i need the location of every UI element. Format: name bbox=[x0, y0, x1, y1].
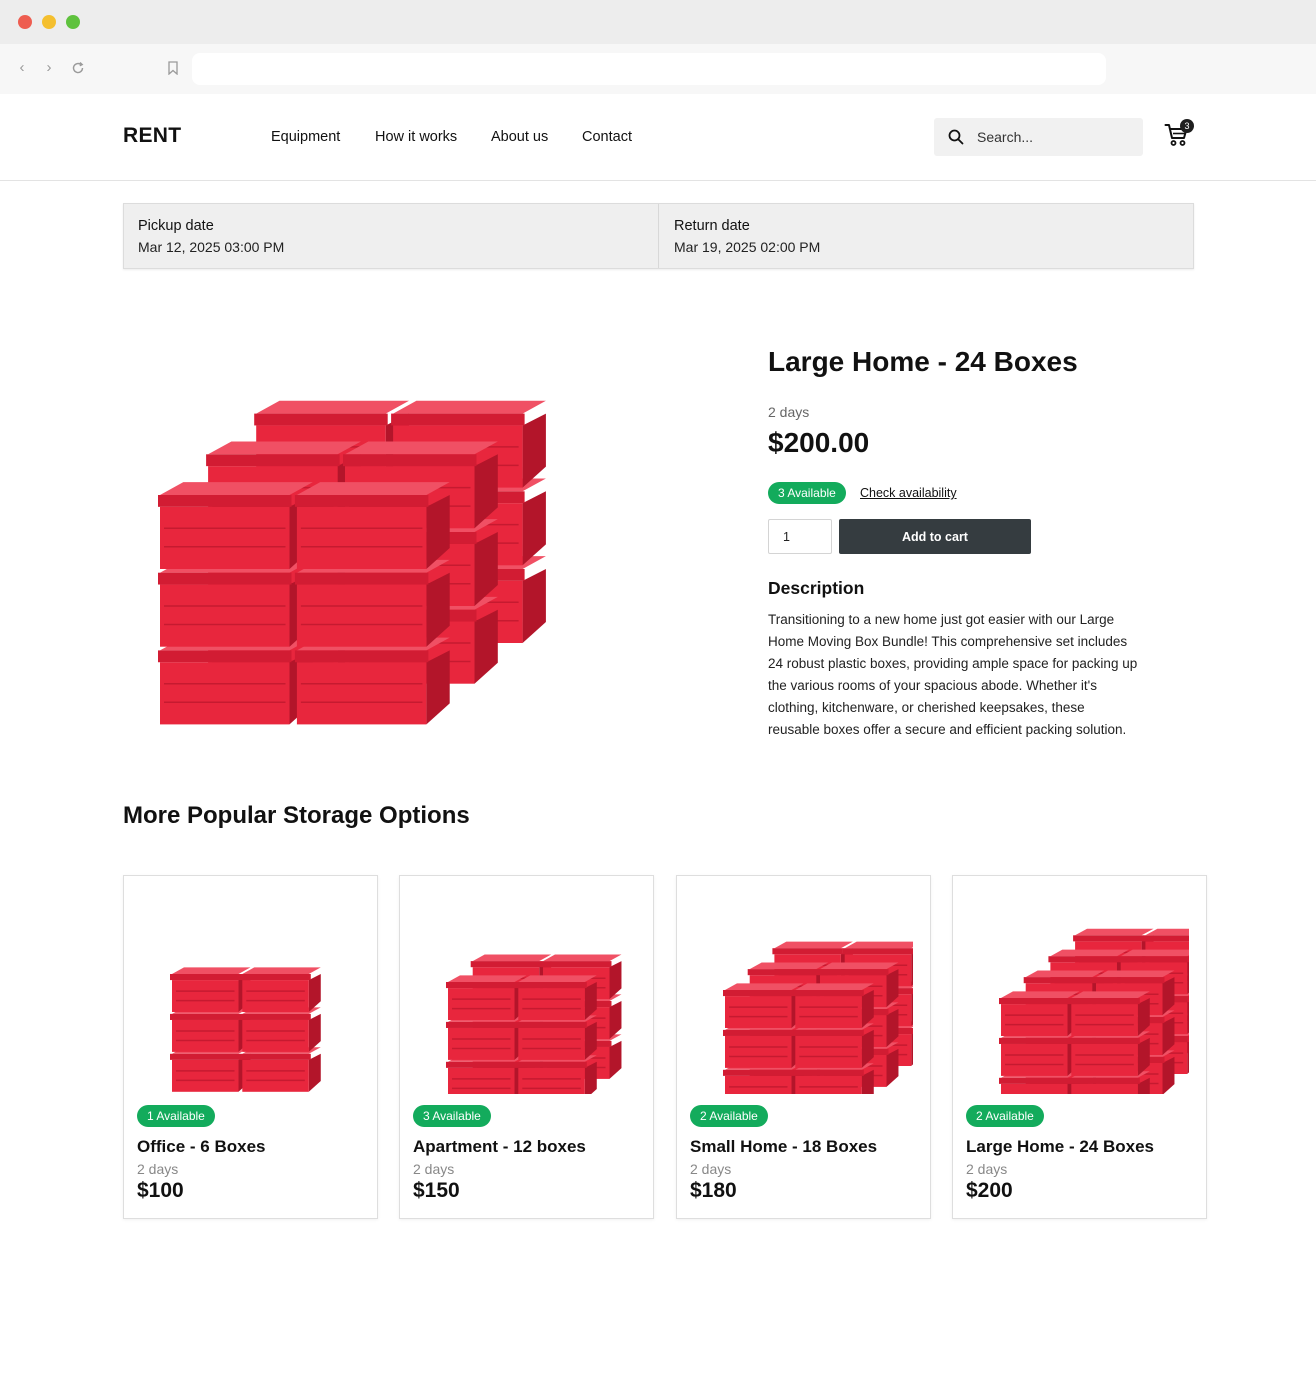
browser-titlebar bbox=[0, 0, 1316, 44]
card-title: Apartment - 12 boxes bbox=[413, 1137, 586, 1156]
return-date-value: Mar 19, 2025 02:00 PM bbox=[674, 239, 821, 255]
product-duration: 2 days bbox=[768, 404, 810, 420]
card-price: $180 bbox=[690, 1179, 737, 1202]
close-window-button[interactable] bbox=[18, 15, 32, 29]
product-card-apartment[interactable]: 3 Available Apartment - 12 boxes 2 days … bbox=[399, 875, 654, 1219]
maximize-window-button[interactable] bbox=[66, 15, 80, 29]
address-bar[interactable] bbox=[192, 53, 1106, 85]
reload-icon[interactable] bbox=[68, 58, 88, 78]
card-price: $100 bbox=[137, 1179, 184, 1202]
card-price: $150 bbox=[413, 1179, 460, 1202]
availability-badge: 3 Available bbox=[768, 482, 846, 504]
card-duration: 2 days bbox=[966, 1161, 1008, 1177]
card-title: Small Home - 18 Boxes bbox=[690, 1137, 878, 1156]
product-image bbox=[158, 400, 546, 725]
card-availability-badge: 2 Available bbox=[966, 1105, 1044, 1127]
product-card-office[interactable]: 1 Available Office - 6 Boxes 2 days $100 bbox=[123, 875, 378, 1219]
card-availability-badge: 3 Available bbox=[413, 1105, 491, 1127]
search-input[interactable] bbox=[977, 118, 1137, 156]
search-box bbox=[934, 118, 1143, 156]
check-availability-link[interactable]: Check availability bbox=[860, 486, 957, 500]
site-header: RENT Equipment How it works About us Con… bbox=[0, 94, 1316, 181]
return-date-label: Return date bbox=[674, 218, 750, 234]
more-options-heading: More Popular Storage Options bbox=[123, 802, 470, 829]
card-image bbox=[170, 967, 321, 1092]
card-duration: 2 days bbox=[413, 1161, 455, 1177]
quantity-input[interactable] bbox=[768, 519, 832, 554]
back-arrow-icon[interactable]: ‹ bbox=[12, 58, 32, 78]
rental-date-bar: Pickup date Mar 12, 2025 03:00 PM Return… bbox=[123, 203, 1194, 269]
nav-contact[interactable]: Contact bbox=[582, 129, 632, 145]
product-title: Large Home - 24 Boxes bbox=[768, 346, 1078, 377]
card-duration: 2 days bbox=[137, 1161, 179, 1177]
card-availability-badge: 2 Available bbox=[690, 1105, 768, 1127]
add-to-cart-button[interactable]: Add to cart bbox=[839, 519, 1031, 554]
cart-button[interactable]: 3 bbox=[1164, 119, 1196, 152]
nav-equipment[interactable]: Equipment bbox=[271, 129, 340, 145]
minimize-window-button[interactable] bbox=[42, 15, 56, 29]
product-card-small-home[interactable]: 2 Available Small Home - 18 Boxes 2 days… bbox=[676, 875, 931, 1219]
product-price: $200.00 bbox=[768, 427, 870, 458]
description-text: Transitioning to a new home just got eas… bbox=[768, 612, 1138, 737]
bookmark-icon[interactable] bbox=[163, 58, 183, 78]
card-availability-badge: 1 Available bbox=[137, 1105, 215, 1127]
product-card-large-home[interactable]: 2 Available Large Home - 24 Boxes 2 days… bbox=[952, 875, 1207, 1219]
card-image bbox=[446, 954, 622, 1094]
pickup-date-field[interactable]: Pickup date Mar 12, 2025 03:00 PM bbox=[124, 204, 659, 268]
nav-how-it-works[interactable]: How it works bbox=[375, 129, 457, 145]
pickup-date-label: Pickup date bbox=[138, 218, 214, 234]
card-title: Large Home - 24 Boxes bbox=[966, 1137, 1155, 1156]
pickup-date-value: Mar 12, 2025 03:00 PM bbox=[138, 239, 285, 255]
cart-count-badge: 3 bbox=[1180, 119, 1194, 133]
search-icon[interactable] bbox=[948, 129, 964, 145]
card-price: $200 bbox=[966, 1179, 1013, 1202]
site-logo[interactable]: RENT bbox=[123, 124, 181, 148]
description-heading: Description bbox=[768, 578, 865, 598]
nav-about-us[interactable]: About us bbox=[491, 129, 548, 145]
card-duration: 2 days bbox=[690, 1161, 732, 1177]
forward-arrow-icon[interactable]: › bbox=[39, 58, 59, 78]
card-image bbox=[999, 928, 1189, 1094]
return-date-field[interactable]: Return date Mar 19, 2025 02:00 PM bbox=[660, 204, 1193, 268]
card-title: Office - 6 Boxes bbox=[137, 1137, 266, 1156]
card-image bbox=[723, 941, 913, 1094]
